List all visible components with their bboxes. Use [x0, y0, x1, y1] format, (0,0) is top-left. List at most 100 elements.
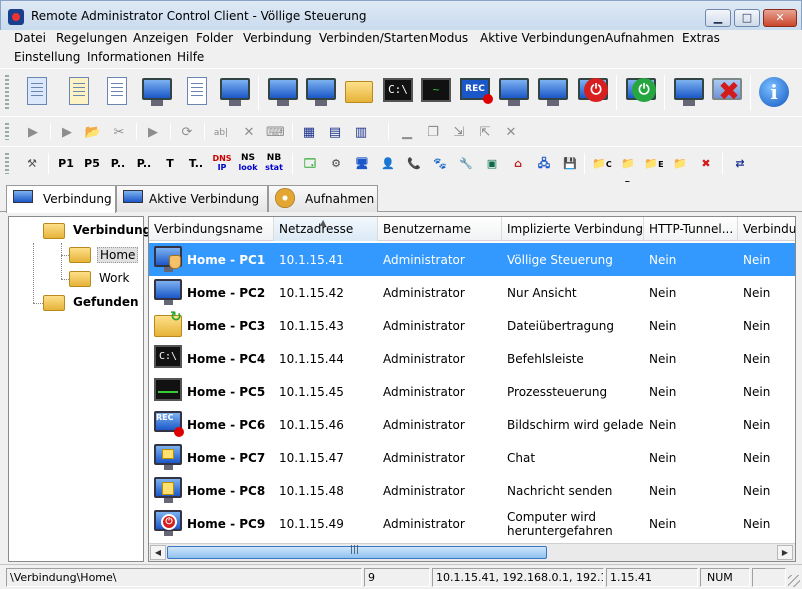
- connection-tree[interactable]: Verbindung Home Work Gefunden: [8, 216, 151, 562]
- trace-icon[interactable]: T: [160, 154, 180, 174]
- menu-regelungen[interactable]: Regelungen: [56, 31, 127, 45]
- telnet-icon[interactable]: 📞: [404, 154, 424, 174]
- tracker-icon[interactable]: 🐾: [430, 154, 450, 174]
- column-header-http-tunnel[interactable]: HTTP-Tunnel...: [644, 217, 738, 241]
- menu-hilfe[interactable]: Hilfe: [177, 50, 204, 64]
- restore-icon[interactable]: ⇱: [476, 124, 494, 142]
- table-row[interactable]: Home - PC5 10.1.15.45 Administrator Proz…: [149, 375, 795, 408]
- resize-grip[interactable]: [788, 575, 800, 587]
- menu-modus[interactable]: Modus: [429, 31, 468, 45]
- file-transfer-icon[interactable]: [342, 75, 376, 109]
- play-icon[interactable]: ▶: [24, 124, 42, 142]
- switch-icon[interactable]: ⇄: [730, 154, 750, 174]
- tab-aktive-verbindung[interactable]: Aktive Verbindung: [116, 185, 268, 212]
- table-row[interactable]: ↻ Home - PC3 10.1.15.43 Administrator Da…: [149, 309, 795, 342]
- minimize-all-icon[interactable]: ▁: [398, 124, 416, 142]
- drive-c-icon[interactable]: 📁C: [592, 154, 612, 174]
- power-on-icon[interactable]: ⏻: [624, 75, 658, 109]
- scroll-left-button[interactable]: ◀: [150, 545, 166, 560]
- tile-icon[interactable]: ⇲: [450, 124, 468, 142]
- refresh-icon[interactable]: ⟳: [178, 124, 196, 142]
- full-control-icon[interactable]: [266, 75, 300, 109]
- table-row[interactable]: Home - PC8 10.1.15.48 Administrator Nach…: [149, 474, 795, 507]
- settings-icon[interactable]: [218, 75, 252, 109]
- find-connection-icon[interactable]: [100, 75, 134, 109]
- column-header-verbindung[interactable]: Verbindu: [738, 217, 795, 241]
- menu-verbindung[interactable]: Verbindung: [243, 31, 312, 45]
- scroll-right-button[interactable]: ▶: [777, 545, 793, 560]
- tools-icon[interactable]: ⚒: [22, 154, 42, 174]
- new-connection-icon[interactable]: [62, 75, 96, 109]
- send-message-icon[interactable]: [536, 75, 570, 109]
- open-folder-icon[interactable]: 📂: [84, 124, 102, 142]
- list-view-icon[interactable]: ▤: [326, 124, 344, 142]
- close-button[interactable]: ✕: [763, 9, 797, 27]
- disconnect-icon[interactable]: [672, 75, 706, 109]
- info-icon[interactable]: i: [756, 75, 790, 109]
- scan-network-icon[interactable]: [140, 75, 174, 109]
- view-only-icon[interactable]: [304, 75, 338, 109]
- tab-verbindung[interactable]: Verbindung: [6, 185, 116, 213]
- column-header-verbindungsname[interactable]: Verbindungsname: [149, 217, 274, 241]
- computer-icon[interactable]: 🖥: [352, 154, 372, 174]
- column-header-netzadresse[interactable]: ▲ Netzadresse: [274, 217, 378, 241]
- trace-custom-icon[interactable]: T..: [186, 154, 206, 174]
- task-manager-icon[interactable]: 🗔: [300, 154, 320, 174]
- table-row[interactable]: Home - PC2 10.1.15.42 Administrator Nur …: [149, 276, 795, 309]
- connection-list-icon[interactable]: [20, 75, 54, 109]
- menu-aktive-verbindungen[interactable]: Aktive Verbindungen: [480, 31, 605, 45]
- process-control-icon[interactable]: ~: [419, 75, 453, 109]
- horizontal-scrollbar[interactable]: ◀ ▶: [149, 543, 795, 561]
- maximize-button[interactable]: □: [734, 9, 760, 27]
- column-header-implizierte-verbindung[interactable]: Implizierte Verbindung: [502, 217, 644, 241]
- tab-aufnahmen[interactable]: Aufnahmen: [268, 185, 378, 212]
- delete-icon[interactable]: ✕: [240, 124, 258, 142]
- table-row[interactable]: C:\ Home - PC4 10.1.15.44 Administrator …: [149, 342, 795, 375]
- cut-icon[interactable]: ✂: [110, 124, 128, 142]
- user-icon[interactable]: 👤: [378, 154, 398, 174]
- large-icons-view-icon[interactable]: ▦: [300, 124, 318, 142]
- screen-record-icon[interactable]: REC: [458, 75, 493, 109]
- column-header-benutzername[interactable]: Benutzername: [378, 217, 502, 241]
- dns-ip-icon[interactable]: DNS IP: [212, 154, 232, 174]
- scrollbar-thumb[interactable]: [167, 545, 547, 559]
- table-row[interactable]: Home - PC7 10.1.15.47 Administrator Chat…: [149, 441, 795, 474]
- ping-n-icon[interactable]: P..: [108, 154, 128, 174]
- menu-folder[interactable]: Folder: [196, 31, 233, 45]
- shutdown-icon[interactable]: ⏻: [576, 75, 610, 109]
- menu-einstellung[interactable]: Einstellung: [14, 50, 80, 64]
- cancel-icon[interactable]: ✖: [710, 75, 744, 109]
- keyboard-icon[interactable]: ⌨: [266, 124, 285, 142]
- minimize-button[interactable]: ▁: [705, 9, 731, 27]
- play-icon[interactable]: ▶: [58, 124, 76, 142]
- disk-icon[interactable]: 💾: [560, 154, 580, 174]
- nslookup-icon[interactable]: NS look: [238, 154, 258, 174]
- drive-network-icon[interactable]: 📁: [670, 154, 690, 174]
- drive-disconnect-icon[interactable]: ✖: [696, 154, 716, 174]
- table-row[interactable]: ⏻ Home - PC9 10.1.15.49 Administrator Co…: [149, 507, 795, 540]
- properties-icon[interactable]: [180, 75, 214, 109]
- ping-custom-icon[interactable]: P..: [134, 154, 154, 174]
- close-all-icon[interactable]: ✕: [502, 124, 520, 142]
- menu-informationen[interactable]: Informationen: [87, 50, 171, 64]
- menu-aufnahmen[interactable]: Aufnahmen: [605, 31, 674, 45]
- command-line-icon[interactable]: C:\: [381, 75, 415, 109]
- network-icon[interactable]: 🖧: [534, 154, 554, 174]
- table-row[interactable]: REC Home - PC6 10.1.15.46 Administrator …: [149, 408, 795, 441]
- toolbar-grip[interactable]: [5, 153, 9, 174]
- toolbar-grip[interactable]: [5, 75, 9, 110]
- menu-datei[interactable]: Datei: [14, 31, 46, 45]
- chat-icon[interactable]: [497, 75, 531, 109]
- details-view-icon[interactable]: ▥: [352, 124, 370, 142]
- cascade-icon[interactable]: ❐: [424, 124, 442, 142]
- menu-anzeigen[interactable]: Anzeigen: [133, 31, 188, 45]
- ping-1-icon[interactable]: P1: [56, 154, 76, 174]
- connection-list[interactable]: Verbindungsname ▲ Netzadresse Benutzerna…: [148, 216, 796, 562]
- play-icon[interactable]: ▶: [144, 124, 162, 142]
- nbstat-icon[interactable]: NB stat: [264, 154, 284, 174]
- toolbar-grip[interactable]: [5, 123, 9, 140]
- home-icon[interactable]: ⌂: [508, 154, 528, 174]
- wrench-icon[interactable]: 🔧: [456, 154, 476, 174]
- monitor-icon[interactable]: ▣: [482, 154, 502, 174]
- drive-e-icon[interactable]: 📁E: [644, 154, 664, 174]
